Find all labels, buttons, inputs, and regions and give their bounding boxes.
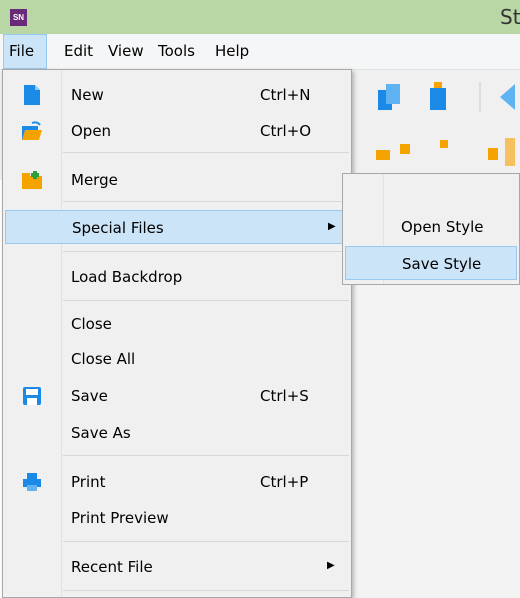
menu-edit[interactable]: Edit [64, 34, 93, 69]
submenu-item-save-style[interactable]: Save Style [345, 246, 517, 280]
menu-item-label: Print Preview [71, 509, 169, 527]
printer-icon [23, 473, 41, 491]
menu-item-label: Print [71, 473, 106, 491]
menu-item-label: Save As [71, 424, 131, 442]
window-title: St [500, 5, 520, 29]
special-files-submenu: Open Style Save Style [342, 173, 520, 285]
menu-separator [63, 152, 349, 153]
menu-item-print-preview[interactable]: Print Preview [5, 501, 349, 535]
menu-item-label: Save [71, 387, 108, 405]
menu-item-close[interactable]: Close [5, 307, 349, 341]
menu-separator [63, 455, 349, 456]
menu-separator [63, 201, 349, 202]
menu-item-shortcut: Ctrl+S [260, 387, 309, 405]
menu-file-label: File [9, 42, 35, 60]
menu-item-new[interactable]: New Ctrl+N [5, 78, 349, 112]
align-icon-5 [505, 138, 515, 166]
menu-separator [63, 590, 349, 591]
open-folder-icon [22, 121, 42, 140]
title-bar: SN St [0, 0, 520, 34]
menu-item-recent-file[interactable]: Recent File ▶ [5, 550, 349, 584]
align-icon-1 [376, 150, 390, 160]
paste-clip-icon [434, 82, 442, 88]
menu-item-label: Recent File [71, 558, 153, 576]
menu-item-label: Open [71, 122, 112, 140]
menu-separator [63, 541, 349, 542]
menu-item-shortcut: Ctrl+N [260, 86, 311, 104]
menu-item-label: Close [71, 315, 112, 333]
submenu-item-label: Save Style [402, 255, 482, 273]
menu-view[interactable]: View [108, 34, 144, 69]
new-file-icon [24, 85, 40, 105]
submenu-item-label: Open Style [401, 218, 484, 236]
menu-item-special-files[interactable]: Special Files ▶ [5, 210, 349, 244]
merge-folder-icon [22, 171, 42, 189]
menu-file[interactable]: File [3, 34, 47, 69]
menu-separator [63, 251, 349, 252]
menu-item-label: Close All [71, 350, 136, 368]
menu-item-save[interactable]: Save Ctrl+S [5, 379, 349, 413]
submenu-item-open-style[interactable]: Open Style [345, 210, 517, 244]
menu-bar: File Edit View Tools Help [0, 34, 520, 70]
save-icon [23, 387, 41, 405]
menu-item-open[interactable]: Open Ctrl+O [5, 114, 349, 148]
menu-item-close-all[interactable]: Close All [5, 342, 349, 376]
menu-item-label: Special Files [72, 219, 164, 237]
submenu-arrow-icon: ▶ [328, 221, 336, 232]
align-icon-3 [440, 140, 448, 148]
menu-item-label: Load Backdrop [71, 268, 183, 286]
file-menu: New Ctrl+N Open Ctrl+O Merge Special Fil… [2, 69, 352, 598]
menu-item-print[interactable]: Print Ctrl+P [5, 465, 349, 499]
menu-item-load-backdrop[interactable]: Load Backdrop [5, 260, 349, 294]
menu-item-merge[interactable]: Merge [5, 163, 349, 197]
menu-help[interactable]: Help [215, 34, 249, 69]
menu-item-shortcut: Ctrl+P [260, 473, 309, 491]
menu-separator [63, 300, 349, 301]
menu-item-label: New [71, 86, 104, 104]
arrow-left-icon [500, 84, 515, 110]
menu-tools[interactable]: Tools [158, 34, 195, 69]
submenu-arrow-icon: ▶ [327, 560, 335, 571]
copy-icon-back [386, 84, 400, 104]
menu-item-shortcut: Ctrl+O [260, 122, 312, 140]
align-icon-2 [400, 144, 410, 154]
menu-item-save-as[interactable]: Save As [5, 416, 349, 450]
align-icon-4 [488, 148, 498, 160]
paste-icon [430, 88, 446, 110]
menu-item-label: Merge [71, 171, 118, 189]
app-icon: SN [10, 9, 27, 26]
